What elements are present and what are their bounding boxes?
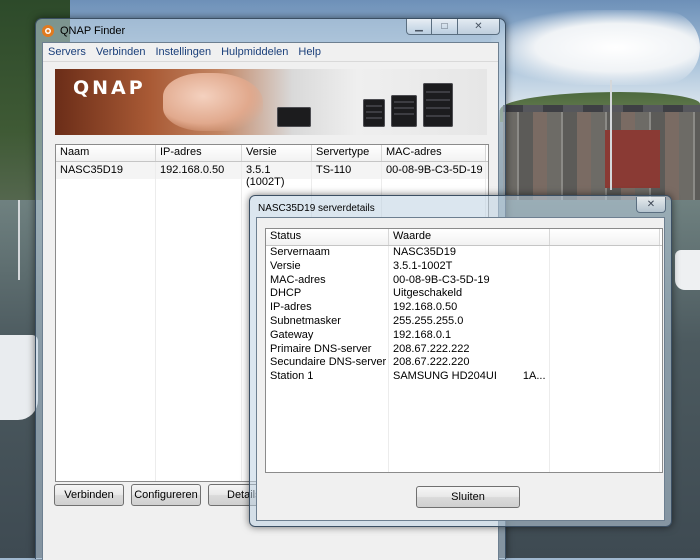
close-button[interactable]: ✕: [458, 19, 500, 35]
cell-name: NASC35D19: [60, 164, 123, 176]
row-label: Primaire DNS-server: [270, 342, 372, 355]
table-row: Secundaire DNS-server 208.67.222.220: [266, 356, 662, 370]
column-header-version[interactable]: Versie: [242, 145, 312, 161]
table-row: Primaire DNS-server 208.67.222.222: [266, 343, 662, 357]
cell-servertype: TS-110: [316, 164, 352, 176]
table-row[interactable]: NASC35D19 192.168.0.50 3.5.1 (1002T) TS-…: [56, 162, 488, 188]
row-label: Versie: [270, 259, 301, 272]
row-value: 192.168.0.50: [393, 301, 458, 314]
table-row: Gateway 192.168.0.1: [266, 329, 662, 343]
column-header-empty[interactable]: [550, 229, 660, 245]
configure-button[interactable]: Configureren: [131, 484, 201, 506]
row-value: Uitgeschakeld: [393, 287, 463, 300]
table-row: Versie 3.5.1-1002T: [266, 260, 662, 274]
boat: [675, 250, 700, 290]
column-header-ip[interactable]: IP-adres: [156, 145, 242, 161]
maximize-icon: □: [441, 20, 448, 32]
nas-device-image: [391, 95, 417, 127]
row-label: Gateway: [270, 328, 314, 341]
connect-button[interactable]: Verbinden: [54, 484, 124, 506]
cell-version: 3.5.1 (1002T): [246, 164, 285, 188]
row-label: Subnetmasker: [270, 314, 341, 327]
row-value: NASC35D19: [393, 246, 456, 258]
nas-device-image: [277, 107, 311, 127]
close-icon: ✕: [646, 199, 656, 210]
window-title: QNAP Finder: [60, 25, 126, 37]
menu-connect[interactable]: Verbinden: [91, 46, 151, 58]
boat: [0, 335, 38, 420]
nas-device-image: [363, 99, 385, 127]
row-value: 00-08-9B-C3-5D-19: [393, 273, 490, 286]
server-details-dialog: NASC35D19 serverdetails ✕ Status Waarde …: [249, 195, 672, 527]
row-value: SAMSUNG HD204UI 1A...: [389, 370, 550, 384]
row-label: Station 1: [270, 370, 314, 383]
menu-help[interactable]: Help: [293, 46, 326, 58]
column-header-status[interactable]: Status: [266, 229, 389, 245]
row-value: 192.168.0.1: [393, 328, 452, 341]
close-dialog-button[interactable]: Sluiten: [416, 486, 520, 508]
table-row: DHCP Uitgeschakeld: [266, 287, 662, 301]
row-value: 208.67.222.222: [393, 342, 470, 355]
column-header-name[interactable]: Naam: [56, 145, 156, 161]
nas-device-image: [423, 83, 453, 127]
menu-settings[interactable]: Instellingen: [150, 46, 216, 58]
cell-mac: 00-08-9B-C3-5D-19: [386, 164, 483, 176]
row-label: MAC-adres: [270, 273, 326, 286]
menu-bar: Servers Verbinden Instellingen Hulpmidde…: [43, 43, 498, 62]
row-value: 208.67.222.220: [393, 356, 470, 369]
minimize-button[interactable]: ▁: [406, 19, 432, 35]
table-row: IP-adres 192.168.0.50: [266, 301, 662, 315]
details-table-header: Status Waarde: [266, 229, 662, 246]
column-header-mac[interactable]: MAC-adres: [382, 145, 486, 161]
table-row: Station 1 SAMSUNG HD204UI 1A...: [266, 370, 662, 384]
red-house: [605, 130, 660, 188]
menu-tools[interactable]: Hulpmiddelen: [216, 46, 293, 58]
close-icon: ✕: [474, 20, 483, 32]
dialog-title: NASC35D19 serverdetails: [258, 203, 375, 214]
qnap-logo: QNAP: [73, 77, 146, 99]
window-controls: ▁ □ ✕: [406, 19, 500, 36]
row-label: IP-adres: [270, 301, 312, 314]
cell-ip: 192.168.0.50: [160, 164, 225, 176]
row-label: Secundaire DNS-server: [270, 356, 387, 369]
table-row: Servernaam NASC35D19: [266, 246, 662, 260]
menu-servers[interactable]: Servers: [43, 46, 91, 58]
row-label: DHCP: [270, 287, 302, 300]
cloud: [490, 10, 700, 85]
table-row: Subnetmasker 255.255.255.0: [266, 315, 662, 329]
dialog-close-button[interactable]: ✕: [636, 197, 666, 213]
disk-extra: 1A...: [522, 370, 546, 383]
maximize-button[interactable]: □: [432, 19, 458, 35]
column-header-servertype[interactable]: Servertype: [312, 145, 382, 161]
dialog-client-area: Status Waarde Servernaam NASC35D19 Versie…: [256, 217, 665, 521]
mast: [18, 200, 20, 280]
harbour-town: [503, 112, 700, 200]
mast: [610, 80, 612, 190]
row-value: 3.5.1-1002T: [393, 259, 453, 272]
minimize-icon: ▁: [415, 20, 423, 32]
qnap-banner: QNAP: [55, 69, 487, 135]
server-list-header: Naam IP-adres Versie Servertype MAC-adre…: [56, 145, 488, 162]
row-value: 255.255.255.0: [393, 314, 464, 327]
qnap-app-icon: [42, 25, 54, 37]
table-row: MAC-adres 00-08-9B-C3-5D-19: [266, 274, 662, 288]
column-header-value[interactable]: Waarde: [389, 229, 550, 245]
details-table: Status Waarde Servernaam NASC35D19 Versie…: [265, 228, 663, 473]
banner-hand-image: [163, 73, 263, 131]
row-label: Servernaam: [270, 246, 330, 258]
disk-model: SAMSUNG HD204UI: [393, 370, 497, 383]
